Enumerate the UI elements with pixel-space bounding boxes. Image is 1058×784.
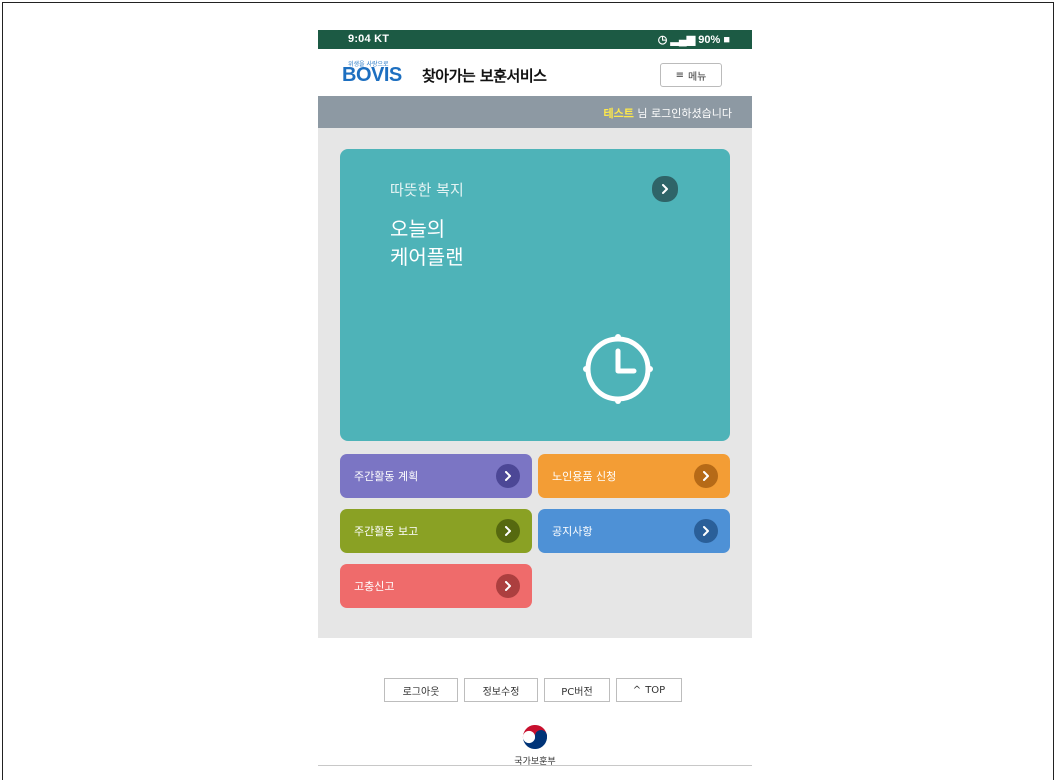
tile-label: 주간활동 보고 (354, 525, 419, 538)
phone-screen: 9:04 KT ◷ ▂▄▆ 90% ■ 위생을 사랑으로 BOVIS 찾아가는 … (318, 30, 752, 768)
welcome-text: 테스트 님 로그인하셨습니다 (604, 105, 732, 121)
edit-info-button[interactable]: 정보수정 (464, 678, 538, 702)
tile-senior-goods[interactable]: 노인용품 신청 (538, 454, 730, 498)
tile-weekly-report[interactable]: 주간활동 보고 (340, 509, 532, 553)
chevron-right-icon (496, 519, 520, 543)
main-content: 따뜻한 복지 오늘의 케어플랜 주간활동 계획 노인용품 신청 주간활동 보고 … (318, 128, 752, 638)
app-header: 위생을 사랑으로 BOVIS 찾아가는 보훈서비스 ≡ 메뉴 (318, 49, 752, 96)
careplan-title: 오늘의 케어플랜 (390, 217, 464, 269)
tile-label: 주간활동 계획 (354, 470, 419, 483)
footer-buttons: 로그아웃 정보수정 PC버전 ^ TOP (384, 678, 686, 702)
user-name: 테스트 (603, 107, 634, 120)
chevron-up-icon: ^ (632, 684, 642, 696)
menu-button[interactable]: ≡ 메뉴 (660, 63, 722, 87)
divider (318, 765, 752, 766)
careplan-card[interactable]: 따뜻한 복지 오늘의 케어플랜 (340, 149, 730, 441)
logo-text: BOVIS (342, 64, 402, 86)
battery-percent: 90% (698, 34, 721, 46)
chevron-right-icon (694, 464, 718, 488)
tile-weekly-plan[interactable]: 주간활동 계획 (340, 454, 532, 498)
taegeuk-icon (522, 724, 548, 750)
welcome-bar: 테스트 님 로그인하셨습니다 (318, 96, 752, 128)
tile-notice[interactable]: 공지사항 (538, 509, 730, 553)
clock-icon (583, 334, 653, 404)
careplan-arrow-icon[interactable] (652, 176, 678, 202)
signal-icon: ▂▄▆ (670, 34, 696, 46)
status-time: 9:04 KT (348, 33, 390, 45)
tile-label: 노인용품 신청 (552, 470, 617, 483)
battery-icon: ■ (723, 34, 730, 46)
logout-button[interactable]: 로그아웃 (384, 678, 458, 702)
pc-version-button[interactable]: PC버전 (544, 678, 610, 702)
tile-grievance[interactable]: 고충신고 (340, 564, 532, 608)
status-icons: ◷ ▂▄▆ 90% ■ (658, 33, 730, 46)
welcome-message: 님 로그인하셨습니다 (633, 107, 732, 120)
top-label: TOP (645, 684, 666, 696)
tile-label: 고충신고 (354, 580, 395, 593)
careplan-subtitle: 따뜻한 복지 (390, 181, 464, 199)
service-name: 찾아가는 보훈서비스 (422, 67, 547, 85)
hamburger-icon: ≡ (675, 69, 684, 81)
chevron-right-icon (496, 574, 520, 598)
status-bar: 9:04 KT ◷ ▂▄▆ 90% ■ (318, 30, 752, 49)
menu-label: 메뉴 (687, 71, 707, 83)
chevron-right-icon (496, 464, 520, 488)
top-button[interactable]: ^ TOP (616, 678, 682, 702)
tile-label: 공지사항 (552, 525, 593, 538)
alarm-icon: ◷ (657, 34, 668, 46)
chevron-right-icon (694, 519, 718, 543)
ministry-logo: 국가보훈부 (502, 720, 568, 768)
